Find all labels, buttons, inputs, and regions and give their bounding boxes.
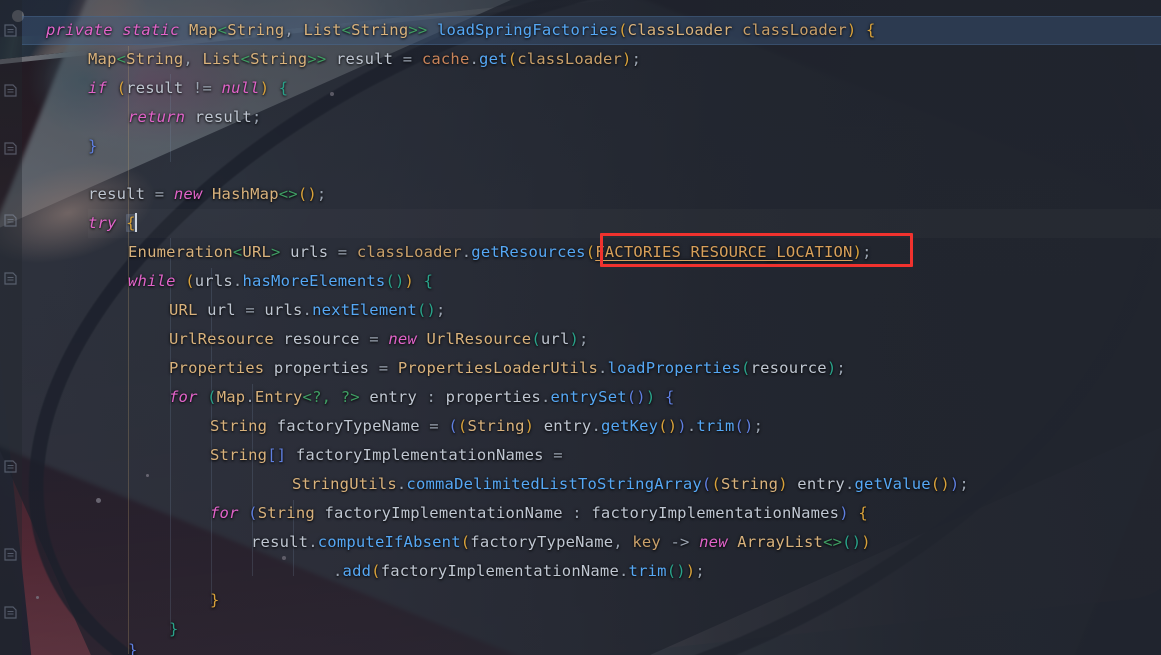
code-line[interactable]: for (String factoryImplementationName : …	[210, 499, 868, 528]
code-line[interactable]: while (urls.hasMoreElements()) {	[128, 267, 433, 296]
code-line[interactable]: URL url = urls.nextElement();	[169, 296, 446, 325]
code-line[interactable]: String factoryTypeName = ((String) entry…	[210, 412, 763, 441]
code-line[interactable]: Enumeration<URL> urls = classLoader.getR…	[128, 238, 872, 267]
text-caret	[134, 213, 137, 232]
indent-guide	[128, 46, 129, 654]
code-line[interactable]: Map<String, List<String>> result = cache…	[88, 45, 641, 74]
code-editor-screen: private static Map<String, List<String>>…	[0, 0, 1161, 655]
code-line[interactable]: StringUtils.commaDelimitedListToStringAr…	[292, 470, 969, 499]
code-block-highlight	[88, 209, 1161, 238]
code-line[interactable]: }	[210, 586, 220, 615]
code-line[interactable]: for (Map.Entry<?, ?> entry : properties.…	[169, 383, 674, 412]
code-text-area[interactable]: private static Map<String, List<String>>…	[0, 0, 1161, 655]
code-line[interactable]: }	[169, 615, 179, 644]
code-line[interactable]: return result;	[128, 103, 262, 132]
code-line[interactable]: }	[128, 636, 138, 655]
code-line[interactable]: Properties properties = PropertiesLoader…	[169, 354, 846, 383]
code-line[interactable]: UrlResource resource = new UrlResource(u…	[169, 325, 589, 354]
code-line[interactable]: if (result != null) {	[88, 74, 288, 103]
code-line[interactable]: try {	[88, 209, 137, 238]
code-line[interactable]: String[] factoryImplementationNames =	[210, 441, 563, 470]
code-line[interactable]: result = new HashMap<>();	[88, 180, 326, 209]
code-line[interactable]: }	[88, 132, 98, 161]
code-line[interactable]: private static Map<String, List<String>>…	[46, 16, 876, 45]
code-line[interactable]: .add(factoryImplementationName.trim());	[333, 557, 705, 586]
code-line[interactable]: result.computeIfAbsent(factoryTypeName, …	[251, 528, 871, 557]
